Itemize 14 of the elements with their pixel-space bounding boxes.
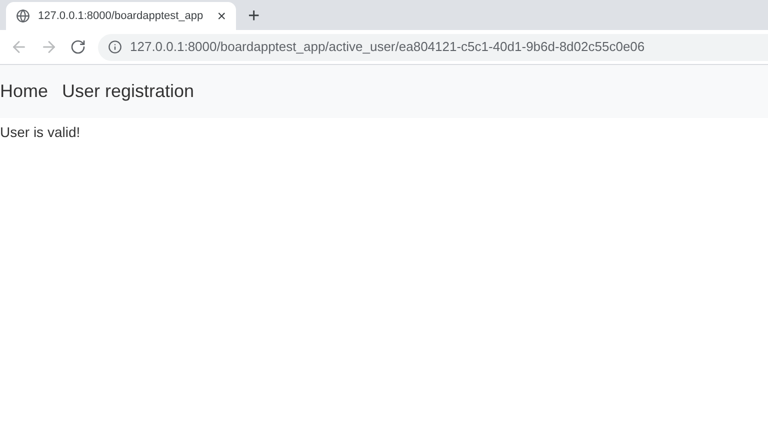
- reload-icon[interactable]: [70, 39, 86, 55]
- close-tab-button[interactable]: ×: [217, 8, 226, 24]
- back-icon[interactable]: [10, 38, 28, 56]
- tab-title: 127.0.0.1:8000/boardapptest_app: [38, 8, 204, 24]
- globe-icon: [16, 9, 30, 23]
- browser-tab[interactable]: 127.0.0.1:8000/boardapptest_app ×: [6, 2, 236, 30]
- forward-icon[interactable]: [40, 38, 58, 56]
- address-field[interactable]: 127.0.0.1:8000/boardapptest_app/active_user/ea804121-c5c1-40d1-9b6d-8d02c55c0e06: [98, 34, 768, 60]
- nav-link[interactable]: Home: [0, 78, 48, 105]
- info-icon: [108, 40, 122, 54]
- new-tab-button[interactable]: +: [248, 6, 260, 26]
- url-text: 127.0.0.1:8000/boardapptest_app/active_user/ea804121-c5c1-40d1-9b6d-8d02c55c0e06: [130, 38, 645, 56]
- status-message: User is valid!: [0, 123, 82, 142]
- nav-link[interactable]: User registration: [62, 78, 194, 105]
